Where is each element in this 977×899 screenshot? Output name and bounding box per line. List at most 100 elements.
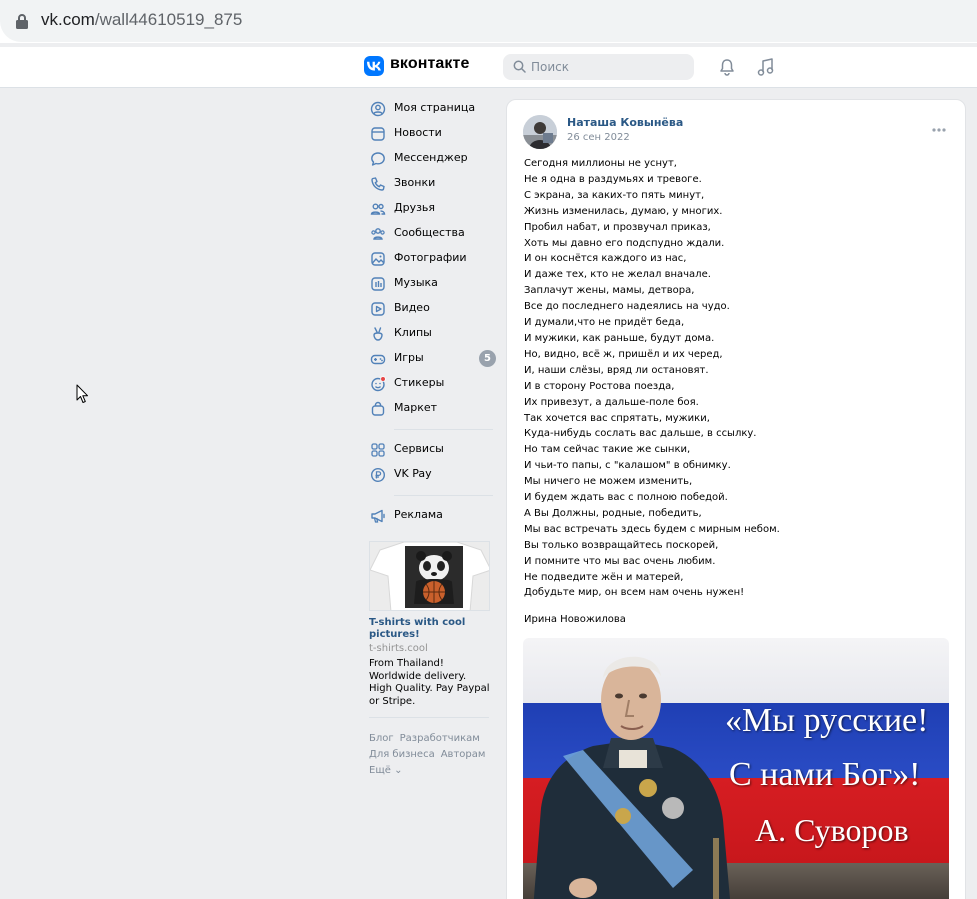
sidebar-item-friends[interactable]: Друзья [364,196,499,221]
bag-icon [371,401,385,416]
sidebar-item-label: Реклама [394,508,443,521]
ad-domain: t-shirts.cool [369,643,428,654]
sidebar-item-label: Игры [394,351,424,364]
url-path: /wall44610519_875 [94,10,243,29]
image-caption-line-1: «Мы русские! [725,702,929,739]
image-caption-line-3: А. Суворов [755,812,909,848]
poem-line: Все до последнего надеялись на чудо. [524,301,730,313]
poem-line: Их привезут, а дальше-поле боя. [524,396,699,408]
poem-line: С экрана, за каких-то пять минут, [524,189,705,201]
poem-line: И помните что мы вас очень любим. [524,555,716,567]
footer-divider [369,717,489,718]
avatar[interactable] [523,115,557,149]
sidebar-item-news[interactable]: Новости [364,121,499,146]
image-caption-line-2: С нами Бог»! [729,756,921,793]
sidebar-item-photos[interactable]: Фотографии [364,246,499,271]
poem-line: Жизнь изменилась, думаю, у многих. [524,205,723,217]
footer-link-developers[interactable]: Разработчикам [400,731,480,747]
search-icon [513,60,526,73]
sidebar-item-my-page[interactable]: Моя страница [364,96,499,121]
bell-icon[interactable] [718,58,736,76]
pay-icon [370,467,386,483]
tshirt-panda-image [370,542,489,610]
post-author[interactable]: Наташа Ковынёва [567,116,683,129]
music-note-icon[interactable] [757,57,775,77]
footer-link-blog[interactable]: Блог [369,731,394,747]
browser-address-bar: vk.com/wall44610519_875 [0,0,977,43]
avatar-photo [523,115,557,149]
poem-line: И чьи-то папы, с "калашом" в обнимку. [524,460,731,472]
ad-image[interactable] [369,541,490,611]
sidebar-item-ads[interactable]: Реклама [364,503,499,528]
sidebar-item-label: Фотографии [394,251,467,264]
sidebar-item-calls[interactable]: Звонки [364,171,499,196]
lock-icon [16,14,28,29]
url-text: vk.com/wall44610519_875 [41,10,242,30]
games-counter-badge: 5 [479,350,496,367]
poem-line: Куда-нибудь сослать вас дальше, в ссылку… [524,428,757,440]
poem-line: Не я одна в раздумьях и тревоге. [524,173,702,185]
sidebar-item-label: Музыка [394,276,438,289]
poem-line: И думали,что не придёт беда, [524,317,685,329]
sidebar-item-label: VK Pay [394,467,432,480]
footer-link-authors[interactable]: Авторам [441,747,486,763]
photo-icon [371,252,385,266]
post-signature: Ирина Новожилова [524,614,626,625]
vk-wordmark[interactable]: вконтакте [390,55,469,73]
sidebar-item-video[interactable]: Видео [364,296,499,321]
more-options-icon[interactable] [931,127,947,133]
communities-icon [371,228,385,240]
post-date[interactable]: 26 сен 2022 [567,132,630,143]
user-circle-icon [370,101,386,117]
sidebar-item-market[interactable]: Маркет [364,396,499,421]
poem-line: Заплачут жены, мамы, детвора, [524,285,695,297]
sidebar-item-communities[interactable]: Сообщества [364,221,499,246]
poem-line: Сегодня миллионы не уснут, [524,158,677,169]
poem-line: Вы только возвращайтесь поскорей, [524,539,719,551]
sidebar-item-label: Маркет [394,401,438,414]
sidebar-item-stickers[interactable]: Стикеры [364,371,499,396]
ad-description: From Thailand! Worldwide delivery. High … [369,658,490,707]
poem-line: Пробил набат, и прозвучал приказ, [524,221,711,233]
phone-icon [371,177,385,191]
sidebar-item-label: Моя страница [394,101,476,114]
poem-line: Хоть мы давно его подспудно ждали. [524,237,725,249]
grid-icon [371,443,385,457]
sticker-icon [371,376,386,392]
ad-title[interactable]: T-shirts with cool pictures! [369,617,490,641]
poem-line: И даже тех, кто не желал вначале. [524,269,711,281]
poem-line: И в сторону Ростова поезда, [524,380,675,392]
sidebar-item-label: Друзья [394,201,436,214]
site-header: вконтакте [0,47,977,88]
footer-link-more[interactable]: Ещё ⌄ [369,763,402,779]
search-input[interactable] [531,54,691,80]
sidebar-item-label: Мессенджер [394,151,468,164]
poem-line: Не подведите жён и матерей, [524,571,684,583]
sidebar-item-messenger[interactable]: Мессенджер [364,146,499,171]
footer-link-business[interactable]: Для бизнеса [369,747,435,763]
mouse-cursor-icon [76,384,88,403]
poem-line: Добудьте мир, он всем нам очень нужен! [524,587,745,599]
poem-line: И мужики, как раньше, будут дома. [524,332,715,344]
poem-line: И, наши слёзы, вряд ли остановят. [524,364,709,376]
poem-line: Но, видно, всё ж, пришёл и их черед, [524,348,723,360]
sidebar-item-vk-pay[interactable]: VK Pay [364,462,499,487]
url-host: vk.com [41,10,95,29]
poem-line: Мы вас встречать здесь будем с мирным не… [524,523,780,535]
sidebar-ad[interactable]: T-shirts with cool pictures! t-shirts.co… [369,541,490,708]
url-field[interactable]: vk.com/wall44610519_875 [0,0,977,42]
sidebar-item-label: Клипы [394,326,432,339]
vk-logo-icon[interactable] [364,56,384,76]
post-image[interactable]: «Мы русские! С нами Бог»! А. Суворов [523,638,949,899]
sidebar-item-clips[interactable]: Клипы [364,321,499,346]
sidebar-item-music[interactable]: Музыка [364,271,499,296]
sidebar-item-games[interactable]: Игры 5 [364,346,499,371]
poem-line: И он коснётся каждого из нас, [524,253,687,265]
video-icon [371,302,385,316]
search-box[interactable] [503,54,694,80]
clips-icon [373,327,383,341]
sidebar-item-services[interactable]: Сервисы [364,437,499,462]
post-text: Сегодня миллионы не уснут, Не я одна в ра… [524,156,954,601]
gamepad-icon [370,354,386,365]
poem-line: Так хочется вас спрятать, мужики, [524,412,710,424]
